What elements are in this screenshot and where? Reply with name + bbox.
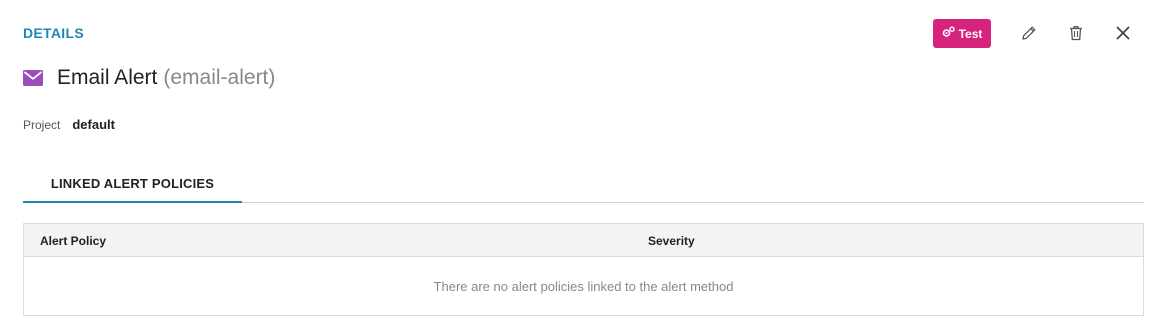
trash-icon (1067, 24, 1085, 45)
page-title: DETAILS (23, 25, 84, 41)
edit-button[interactable] (1019, 24, 1039, 44)
envelope-icon (23, 70, 43, 86)
close-icon (1115, 25, 1131, 44)
linked-policies-table: Alert Policy Severity There are no alert… (23, 223, 1144, 316)
delete-button[interactable] (1066, 24, 1086, 44)
alert-title: Email Alert (email-alert) (23, 66, 275, 90)
test-button[interactable]: Test (933, 19, 991, 48)
pencil-icon (1020, 24, 1038, 45)
alert-name: Email Alert (57, 66, 158, 89)
tab-bar: LINKED ALERT POLICIES (23, 172, 1144, 203)
column-header-severity[interactable]: Severity (648, 234, 695, 248)
project-value: default (72, 117, 115, 132)
project-label: Project (23, 118, 61, 132)
gears-icon (942, 26, 955, 41)
empty-state-message: There are no alert policies linked to th… (433, 279, 734, 294)
toolbar: Test (933, 19, 991, 48)
table-header: Alert Policy Severity (24, 224, 1143, 257)
alert-slug: (email-alert) (163, 66, 276, 89)
tab-linked-alert-policies[interactable]: LINKED ALERT POLICIES (23, 172, 242, 203)
column-header-alert-policy[interactable]: Alert Policy (40, 234, 106, 248)
project-row: Project default (23, 117, 115, 132)
test-button-label: Test (958, 26, 983, 41)
close-button[interactable] (1113, 24, 1133, 44)
